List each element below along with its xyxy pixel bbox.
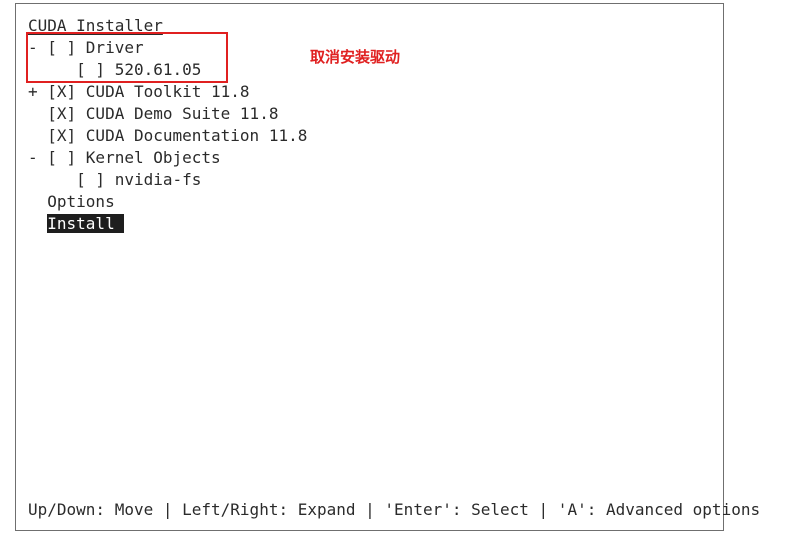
install-indent xyxy=(28,214,47,233)
keyboard-help-footer: Up/Down: Move | Left/Right: Expand | 'En… xyxy=(28,500,761,519)
menu-item-cuda-documentation[interactable]: [X] CUDA Documentation 11.8 xyxy=(28,125,307,147)
menu-item-options[interactable]: Options xyxy=(28,191,114,213)
menu-item-kernel-objects[interactable]: - [ ] Kernel Objects xyxy=(28,147,221,169)
menu-item-cuda-demo-suite[interactable]: [X] CUDA Demo Suite 11.8 xyxy=(28,103,278,125)
menu-item-nvidia-fs[interactable]: [ ] nvidia-fs xyxy=(28,169,201,191)
annotation-cancel-driver: 取消安装驱动 xyxy=(310,48,401,66)
menu-item-install-row: Install xyxy=(28,213,124,235)
driver-highlight-box xyxy=(26,32,228,83)
menu-item-cuda-toolkit[interactable]: + [X] CUDA Toolkit 11.8 xyxy=(28,81,250,103)
install-button[interactable]: Install xyxy=(47,214,124,233)
